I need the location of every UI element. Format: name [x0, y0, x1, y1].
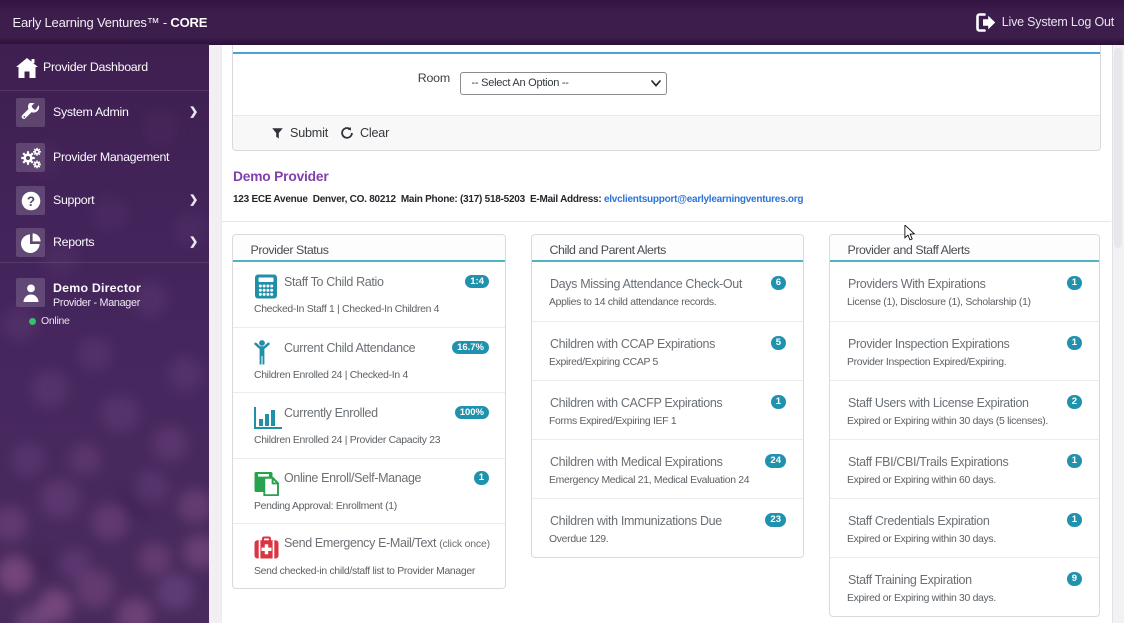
svg-text:?: ? — [26, 193, 34, 208]
